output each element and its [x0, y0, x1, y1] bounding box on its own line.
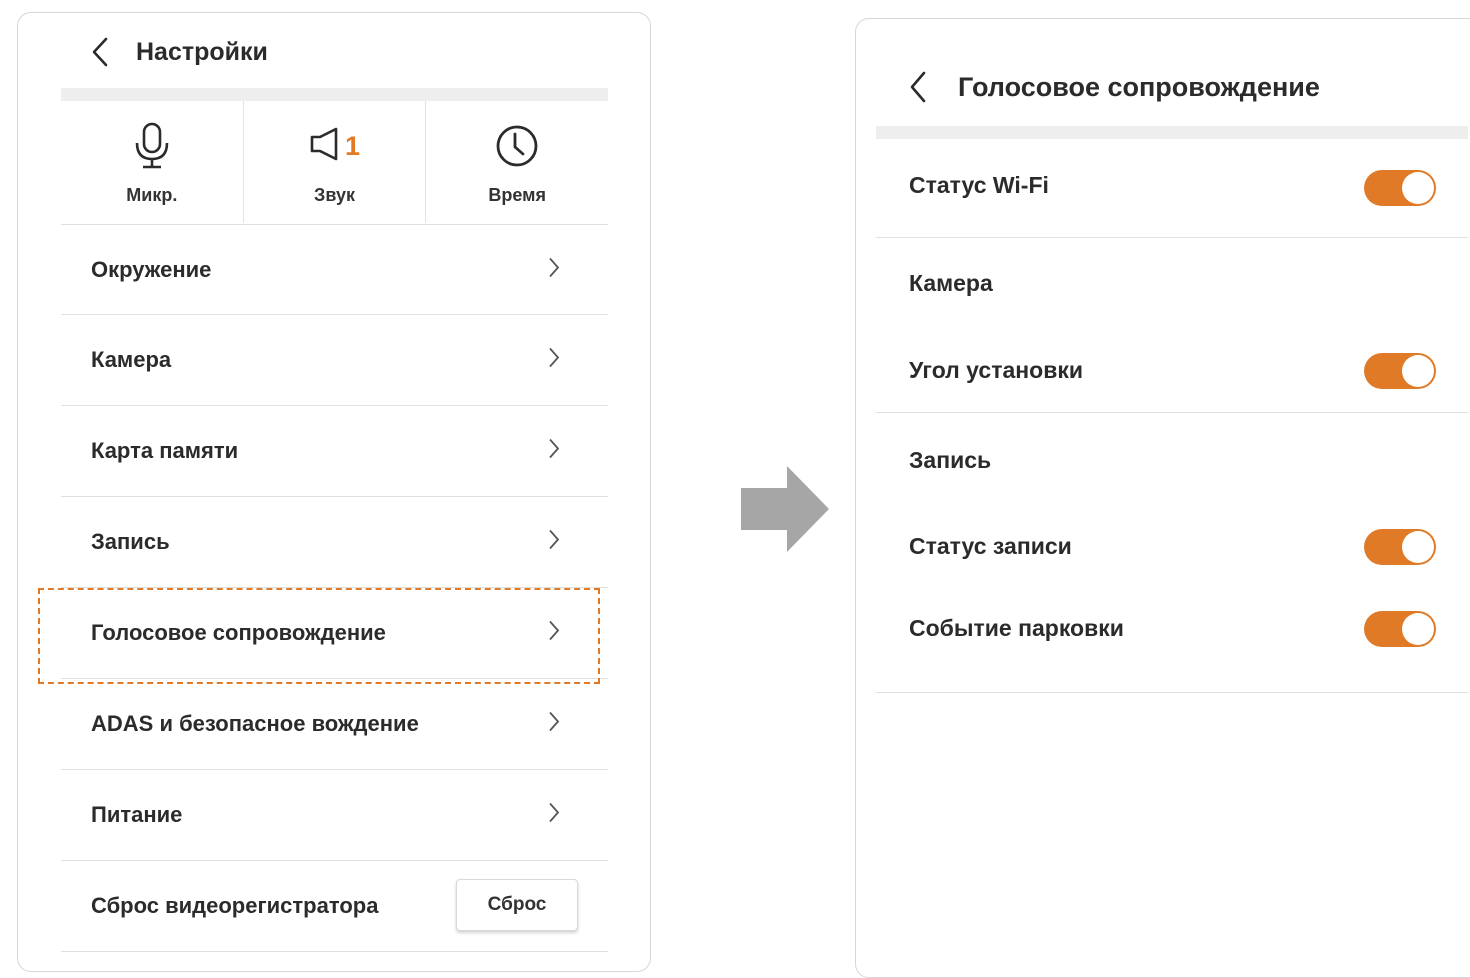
menu-item-adas[interactable]: ADAS и безопасное вождение	[61, 679, 608, 770]
tile-sound[interactable]: 1 Звук	[244, 101, 427, 223]
tile-label: Микр.	[126, 185, 178, 205]
chevron-right-icon	[548, 438, 560, 465]
record-status-toggle[interactable]	[1364, 529, 1436, 565]
tile-label: Время	[488, 185, 546, 205]
menu-item-reset: Сброс видеорегистратора Сброс	[61, 861, 608, 952]
back-arrow-icon[interactable]	[90, 37, 110, 67]
clock-icon	[495, 119, 539, 173]
header-divider	[61, 88, 608, 101]
reset-label: Сброс видеорегистратора	[91, 893, 379, 918]
setting-wifi-status: Статус Wi-Fi	[876, 139, 1468, 237]
menu-item-label: Карта памяти	[91, 438, 239, 463]
setting-label: Статус записи	[909, 533, 1072, 559]
tile-microphone[interactable]: Микр.	[61, 101, 244, 223]
chevron-right-icon	[548, 802, 560, 829]
section-heading: Запись	[909, 447, 992, 473]
voice-guidance-header: Голосовое сопровождение	[908, 69, 1320, 105]
setting-label: Статус Wi-Fi	[909, 172, 1049, 198]
settings-panel: Настройки Микр. 1 Звук Время Окружение К…	[17, 12, 651, 972]
setting-install-angle: Угол установки	[876, 333, 1468, 413]
page-title: Настройки	[136, 37, 268, 66]
chevron-right-icon	[548, 256, 560, 283]
parking-event-toggle[interactable]	[1364, 611, 1436, 647]
chevron-right-icon	[548, 347, 560, 374]
menu-item-memory-card[interactable]: Карта памяти	[61, 406, 608, 497]
menu-item-label: ADAS и безопасное вождение	[91, 711, 419, 736]
quick-settings-row: Микр. 1 Звук Время	[61, 101, 608, 223]
menu-item-label: Камера	[91, 347, 172, 372]
menu-item-label: Питание	[91, 802, 183, 827]
setting-label: Событие парковки	[909, 615, 1124, 641]
highlight-voice-guidance	[38, 588, 600, 684]
divider	[876, 692, 1468, 693]
sound-icon-group: 1	[309, 119, 360, 173]
section-camera: Камера	[876, 238, 1468, 298]
microphone-icon	[132, 119, 172, 173]
menu-item-camera[interactable]: Камера	[61, 315, 608, 406]
back-arrow-icon[interactable]	[908, 71, 928, 103]
install-angle-toggle[interactable]	[1364, 353, 1436, 389]
chevron-right-icon	[548, 529, 560, 556]
page-title: Голосовое сопровождение	[958, 71, 1320, 102]
setting-label: Угол установки	[909, 357, 1083, 383]
settings-header: Настройки	[90, 35, 268, 69]
sound-badge: 1	[344, 130, 361, 161]
menu-item-environment[interactable]: Окружение	[61, 224, 608, 315]
toggle-knob	[1402, 613, 1434, 645]
chevron-right-icon	[548, 711, 560, 738]
section-recording: Запись	[876, 413, 1468, 493]
setting-record-status: Статус записи	[876, 509, 1468, 589]
wifi-status-toggle[interactable]	[1364, 170, 1436, 206]
speaker-icon	[309, 126, 343, 167]
arrow-right-icon	[741, 466, 829, 557]
voice-guidance-panel: Голосовое сопровождение Статус Wi-Fi Кам…	[855, 18, 1470, 978]
menu-item-power[interactable]: Питание	[61, 770, 608, 861]
toggle-knob	[1402, 355, 1434, 387]
header-divider	[876, 126, 1468, 139]
menu-item-recording[interactable]: Запись	[61, 497, 608, 588]
menu-item-label: Запись	[91, 529, 170, 554]
menu-item-label: Окружение	[91, 256, 212, 282]
section-heading: Камера	[909, 270, 993, 296]
reset-button[interactable]: Сброс	[456, 879, 578, 931]
setting-parking-event: Событие парковки	[876, 591, 1468, 671]
toggle-knob	[1402, 172, 1434, 204]
tile-time[interactable]: Время	[426, 101, 608, 223]
tile-label: Звук	[314, 185, 355, 205]
toggle-knob	[1402, 531, 1434, 563]
